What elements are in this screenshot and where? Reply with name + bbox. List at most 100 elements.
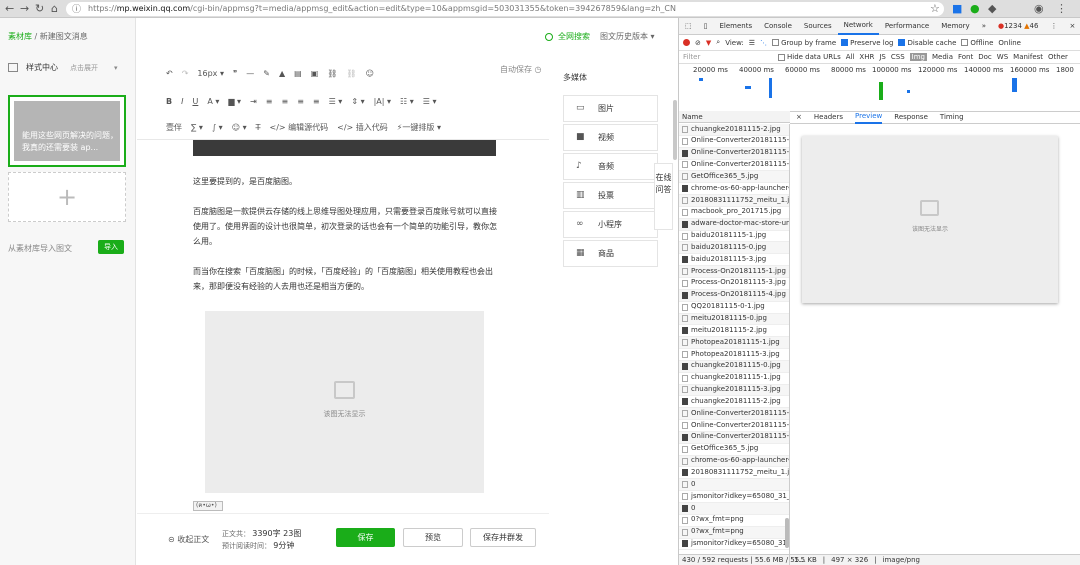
breadcrumb-root[interactable]: 素材库 — [8, 32, 32, 41]
line-height-icon[interactable]: ⇕ ▾ — [351, 97, 364, 106]
request-row[interactable]: 20180831111752_meitu_1.jpg — [679, 467, 789, 480]
request-row[interactable]: GetOffice365_5.jpg — [679, 444, 789, 456]
emoji-icon[interactable]: ☺ — [366, 69, 374, 78]
name-column-header[interactable]: Name — [679, 111, 790, 123]
request-row[interactable]: macbook_pro_201715.jpg — [679, 207, 789, 219]
table-icon[interactable]: ▤ — [294, 69, 302, 78]
redo-icon[interactable]: ↷ — [182, 69, 189, 78]
page-scrollbar[interactable] — [673, 100, 677, 160]
request-row[interactable]: jsmonitor?idkey=65080_31_1. — [679, 539, 789, 551]
filter-img[interactable]: Img — [909, 53, 927, 61]
disable-cache-checkbox[interactable]: Disable cache — [898, 39, 956, 47]
indent-icon[interactable]: ⇥ — [250, 97, 257, 106]
request-row[interactable]: Online-Converter20181115-3. — [679, 431, 789, 444]
preserve-log-checkbox[interactable]: Preserve log — [841, 39, 893, 47]
media-image[interactable]: ▭ 图片 — [563, 95, 658, 122]
filter-xhr[interactable]: XHR — [859, 53, 874, 61]
request-row[interactable]: chrome-os-60-app-launcher-. — [679, 183, 789, 196]
request-row[interactable]: baidu20181115-0.jpg — [679, 242, 789, 255]
address-bar[interactable]: ⓘ https://mp.weixin.qq.com/cgi-bin/appms… — [66, 2, 944, 16]
tab-performance[interactable]: Performance — [879, 22, 935, 30]
justify-icon[interactable]: ≡ — [313, 97, 320, 106]
record-icon[interactable] — [683, 39, 690, 46]
letter-spacing-icon[interactable]: |A| ▾ — [374, 97, 391, 106]
request-row[interactable]: 0?wx_fmt=png — [679, 515, 789, 527]
tab-response[interactable]: Response — [894, 113, 928, 121]
link-icon[interactable]: ⛓ — [327, 69, 337, 78]
history-version-link[interactable]: 图文历史版本 ▾ — [600, 31, 655, 42]
devtools-menu-icon[interactable]: ⋮ — [1044, 22, 1063, 30]
article-paragraph[interactable]: 这里要提到的，是百度脑图。 — [193, 174, 498, 189]
request-row[interactable]: 0?wx_fmt=png — [679, 526, 789, 539]
bullet-list-icon[interactable]: ☷ ▾ — [400, 97, 414, 106]
article-image-placeholder[interactable]: 该图无法显示 — [205, 311, 484, 493]
tab-preview[interactable]: Preview — [855, 111, 883, 124]
filter-manifest[interactable]: Manifest — [1013, 53, 1043, 61]
article-image-strip[interactable] — [193, 140, 496, 156]
media-vote[interactable]: ▥ 投票 — [563, 182, 658, 209]
request-row[interactable]: Photopea20181115-1.jpg — [679, 337, 789, 350]
offline-checkbox[interactable]: Offline — [961, 39, 993, 47]
collapse-body-button[interactable]: ⊝ 收起正文 — [168, 534, 209, 545]
insert-code-button[interactable]: </> 插入代码 — [337, 122, 388, 133]
group-by-frame-checkbox[interactable]: Group by frame — [772, 39, 836, 47]
request-row[interactable]: 0 — [679, 479, 789, 492]
more-tabs-button[interactable]: » — [976, 22, 992, 30]
align-left-icon[interactable]: ≡ — [266, 97, 273, 106]
inspect-icon[interactable]: ⬚ — [679, 22, 698, 30]
profile-icon[interactable]: ◉ — [1034, 2, 1044, 15]
request-row[interactable]: Online-Converter20181115-1. — [679, 408, 789, 421]
spacing-icon[interactable]: ☰ ▾ — [329, 97, 343, 106]
unlink-icon[interactable]: ⛓ — [346, 69, 356, 78]
page-icon[interactable]: ▣ — [311, 69, 319, 78]
formula-icon[interactable]: ∫ ▾ — [212, 123, 223, 132]
issue-counter[interactable]: ●1234 ▲46 — [992, 22, 1044, 30]
source-code-button[interactable]: </> 编辑源代码 — [269, 122, 328, 133]
request-row[interactable]: Online-Converter20181115-3. — [679, 160, 789, 172]
request-row[interactable]: chuangke20181115-2.jpg — [679, 396, 789, 409]
back-icon[interactable]: ← — [5, 2, 14, 15]
request-row[interactable]: Photopea20181115-3.jpg — [679, 349, 789, 361]
expand-link[interactable]: 点击展开 — [70, 63, 98, 73]
align-center-icon[interactable]: ≡ — [281, 97, 288, 106]
filter-icon[interactable]: ▼ — [706, 39, 711, 47]
waterfall-icon[interactable]: ⋱ — [760, 39, 767, 47]
request-row[interactable]: chrome-os-60-app-launcher-. — [679, 455, 789, 468]
request-row[interactable]: chuangke20181115-1.jpg — [679, 373, 789, 385]
extension-icon[interactable]: ● — [970, 2, 980, 15]
format-painter-icon[interactable]: ▲ — [279, 69, 285, 78]
forward-icon[interactable]: → — [20, 2, 29, 15]
filter-media[interactable]: Media — [932, 53, 953, 61]
request-row[interactable]: adware-doctor-mac-store-un. — [679, 218, 789, 231]
request-row[interactable]: QQ20181115-0-1.jpg — [679, 302, 789, 314]
article-card[interactable]: 能用这些网页解决的问题，我真的还需要装 ap... — [8, 95, 126, 167]
preview-button[interactable]: 预览 — [403, 528, 463, 547]
font-size-select[interactable]: 16px ▾ — [197, 69, 224, 78]
menu-dots-icon[interactable]: ⋮ — [1056, 2, 1067, 15]
tab-console[interactable]: Console — [758, 22, 798, 30]
style-center[interactable]: 样式中心 点击展开 ▾ — [8, 62, 118, 73]
hide-data-urls-checkbox[interactable]: Hide data URLs — [778, 53, 841, 61]
add-article-button[interactable]: + — [8, 172, 126, 222]
request-row[interactable]: Process-On20181115-4.jpg — [679, 289, 789, 302]
clear-format-icon[interactable]: ✎ — [263, 69, 270, 78]
home-icon[interactable]: ⌂ — [51, 2, 58, 15]
request-row[interactable]: chuangke20181115-3.jpg — [679, 384, 789, 397]
request-row[interactable]: baidu20181115-1.jpg — [679, 231, 789, 243]
font-color-icon[interactable]: A ▾ — [207, 97, 219, 106]
media-audio[interactable]: ♪ 音频 — [563, 153, 658, 180]
global-search-link[interactable]: 全网搜索 — [545, 31, 590, 42]
media-video[interactable]: ■ 视频 — [563, 124, 658, 151]
request-row[interactable]: chuangke20181115-2.jpg — [679, 124, 789, 136]
tab-network[interactable]: Network — [837, 18, 879, 35]
request-row[interactable]: 20180831111752_meitu_1.jpg — [679, 195, 789, 207]
clear-icon[interactable]: ⊘ — [695, 39, 701, 47]
extension-icon[interactable]: ■ — [952, 2, 962, 15]
import-button[interactable]: 导入 — [98, 240, 124, 254]
quote-icon[interactable]: ❞ — [233, 69, 237, 78]
align-right-icon[interactable]: ≡ — [297, 97, 304, 106]
filter-ws[interactable]: WS — [997, 53, 1008, 61]
filter-other[interactable]: Other — [1048, 53, 1068, 61]
tab-sources[interactable]: Sources — [798, 22, 838, 30]
emoticon-icon[interactable]: ☺ ▾ — [232, 123, 247, 132]
